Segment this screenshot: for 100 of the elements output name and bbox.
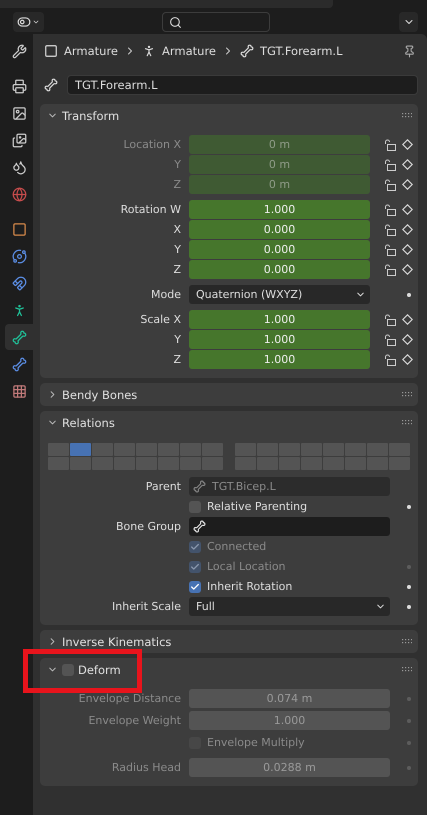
- drag-handle-icon[interactable]: [402, 392, 412, 397]
- lock-icon[interactable]: [384, 354, 396, 366]
- toggle-icon: [17, 15, 31, 29]
- checkbox-label: Envelope Multiply: [207, 736, 305, 749]
- field-label: Y: [173, 158, 182, 171]
- panel-title: Bendy Bones: [62, 388, 138, 402]
- checkbox-label: Connected: [207, 540, 266, 553]
- field-label: Parent: [144, 480, 182, 493]
- bone-icon: [193, 520, 206, 533]
- orbit-icon: [12, 248, 26, 264]
- panel-header[interactable]: Relations: [40, 411, 418, 434]
- animate-dot[interactable]: [407, 584, 411, 588]
- lock-icon[interactable]: [384, 244, 396, 256]
- drag-handle-icon[interactable]: [402, 667, 412, 672]
- square-icon: [12, 222, 26, 236]
- globe-icon: [12, 186, 26, 202]
- bone-icon: [12, 330, 26, 344]
- field-label: Bone Group: [114, 520, 182, 533]
- editor-type-button[interactable]: [13, 12, 44, 32]
- layer-toggle[interactable]: [70, 443, 91, 456]
- keyframe-icon[interactable]: [402, 354, 413, 365]
- field-label: Y: [173, 243, 182, 256]
- number-field[interactable]: 0.000: [189, 260, 370, 279]
- field-label: Z: [172, 178, 182, 191]
- images-icon: [12, 132, 26, 148]
- number-field[interactable]: 0.000: [189, 240, 370, 259]
- checkbox-label: Local Location: [207, 560, 286, 573]
- search-field[interactable]: [189, 517, 390, 536]
- panel-title: Inverse Kinematics: [62, 634, 172, 648]
- keyframe-icon[interactable]: [402, 314, 413, 325]
- pin-icon[interactable]: [403, 44, 416, 58]
- checkbox-label: Inherit Rotation: [207, 580, 292, 593]
- keyframe-icon[interactable]: [402, 334, 413, 345]
- keyframe-icon[interactable]: [402, 204, 413, 215]
- field-label: Scale X: [139, 313, 182, 326]
- layer-toggle[interactable]: [48, 457, 69, 470]
- breadcrumb-item: TGT.Forearm.L: [260, 44, 342, 58]
- field-label: Y: [173, 333, 182, 346]
- field-label: X: [172, 223, 182, 236]
- panel-title: Transform: [62, 108, 120, 122]
- field-label: Rotation W: [120, 203, 182, 216]
- number-field[interactable]: 1.000: [189, 200, 370, 219]
- panel-header[interactable]: Transform: [40, 104, 418, 127]
- figure-icon: [142, 44, 156, 58]
- breadcrumb-item: Armature: [64, 44, 118, 58]
- number-field[interactable]: 1.000: [189, 330, 370, 349]
- panel-title: Deform: [78, 662, 121, 676]
- magnet-icon: [12, 276, 26, 290]
- field-label: Z: [172, 263, 182, 276]
- lock-icon[interactable]: [384, 224, 396, 236]
- field-label: Z: [172, 353, 182, 366]
- field-label: Envelope Weight: [87, 714, 182, 727]
- drag-handle-icon[interactable]: [402, 113, 412, 118]
- number-field[interactable]: 1.000: [189, 310, 370, 329]
- checkbox[interactable]: [189, 580, 201, 592]
- bone-icon: [44, 78, 58, 92]
- droplets-icon: [12, 160, 26, 174]
- dropdown-button[interactable]: [399, 12, 418, 32]
- field-label: Envelope Distance: [78, 692, 182, 705]
- checker-icon: [12, 384, 26, 398]
- lock-icon[interactable]: [384, 264, 396, 276]
- keyframe-icon[interactable]: [402, 244, 413, 255]
- chevron-icon: [32, 18, 40, 26]
- field-label: Location X: [122, 138, 182, 151]
- name-field[interactable]: TGT.Forearm.L: [67, 75, 418, 95]
- field-label: Mode: [150, 288, 182, 301]
- drag-handle-icon[interactable]: [402, 639, 412, 644]
- lock-icon[interactable]: [384, 334, 396, 346]
- lock-icon[interactable]: [384, 204, 396, 216]
- checkbox-label: Relative Parenting: [207, 500, 308, 513]
- lock-icon[interactable]: [384, 314, 396, 326]
- printer-icon: [12, 78, 26, 94]
- number-field[interactable]: 0.000: [189, 220, 370, 239]
- drag-handle-icon[interactable]: [402, 420, 412, 425]
- bone-icon: [193, 480, 206, 493]
- search-field[interactable]: [162, 12, 270, 32]
- panel-header[interactable]: Bendy Bones: [40, 383, 418, 406]
- search-icon: [169, 16, 182, 28]
- animate-dot[interactable]: [407, 604, 411, 608]
- layer-toggle[interactable]: [70, 457, 91, 470]
- bone-icon: [240, 44, 254, 58]
- dropdown[interactable]: Full: [189, 597, 390, 616]
- field-label: Radius Head: [110, 761, 182, 774]
- layer-toggle[interactable]: [92, 457, 113, 470]
- bone-icon: [12, 356, 26, 372]
- keyframe-icon[interactable]: [402, 224, 413, 235]
- layer-toggle[interactable]: [48, 443, 69, 456]
- animate-dot[interactable]: [407, 292, 411, 296]
- panel-header[interactable]: Deform: [40, 658, 418, 681]
- properties-tab[interactable]: [5, 324, 33, 350]
- panel-header[interactable]: Inverse Kinematics: [40, 630, 418, 653]
- layer-toggle[interactable]: [92, 443, 113, 456]
- breadcrumb-item: Armature: [162, 44, 216, 58]
- image-icon: [12, 106, 26, 120]
- number-field[interactable]: 1.000: [189, 350, 370, 369]
- panel-title: Relations: [62, 416, 115, 430]
- animate-dot[interactable]: [407, 504, 411, 508]
- keyframe-icon[interactable]: [402, 264, 413, 275]
- square-icon: [44, 44, 58, 58]
- dropdown[interactable]: Quaternion (WXYZ): [189, 285, 370, 304]
